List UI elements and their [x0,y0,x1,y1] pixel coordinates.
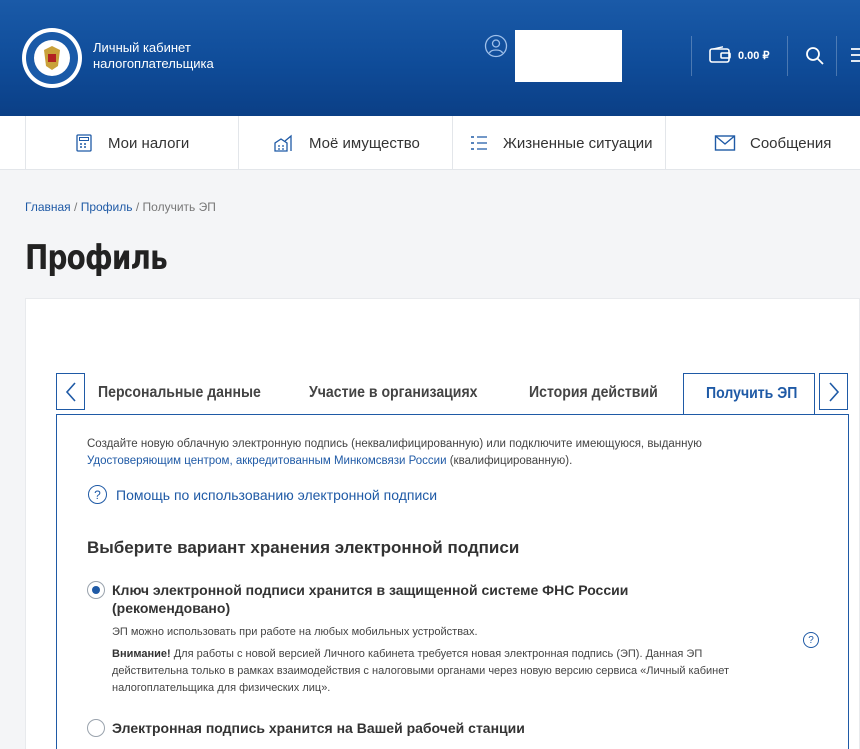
warning-label: Внимание! [112,648,171,660]
calculator-icon [76,134,92,152]
breadcrumb-profile-link[interactable]: Профиль [81,200,133,214]
user-name-redacted[interactable] [515,30,622,82]
header-divider [836,36,837,76]
wallet-icon[interactable] [709,46,731,64]
balance-amount[interactable]: 0.00 ₽ [738,49,769,62]
nav-label: Мои налоги [108,134,190,152]
nav-label: Жизненные ситуации [503,134,653,152]
chevron-left-icon [65,381,76,402]
storage-option-workstation-radio[interactable] [87,719,105,737]
tab-get-signature-label: Получить ЭП [706,385,798,402]
option-fns-title[interactable]: Ключ электронной подписи хранится в защи… [112,581,628,617]
list-icon [471,136,487,150]
breadcrumb: Главная / Профиль / Получить ЭП [25,200,216,214]
tab-organizations[interactable]: Участие в организациях [309,384,478,402]
storage-section-title: Выберите вариант хранения электронной по… [87,538,520,557]
help-row[interactable]: ? Помощь по использованию электронной по… [88,485,437,504]
tab-get-signature[interactable]: Получить ЭП [683,373,815,415]
site-header: Личный кабинет налогоплательщика 0.00 ₽ [0,0,860,116]
menu-icon[interactable] [849,45,860,65]
intro-text: Создайте новую облачную электронную подп… [87,436,787,470]
header-divider [691,36,692,76]
option-workstation-title[interactable]: Электронная подпись хранится на Вашей ра… [112,719,525,737]
tab-activity-history[interactable]: История действий [529,384,658,402]
nav-item-life-situations[interactable]: Жизненные ситуации [452,116,665,170]
question-icon: ? [88,485,107,504]
warning-text: Для работы с новой версией Личного кабин… [170,648,703,660]
main-nav: Мои налоги Моё имущество Жизненные ситуа… [0,116,860,170]
warning-text: налогоплательщика для физических лиц». [112,682,331,694]
info-icon[interactable]: ? [803,632,819,648]
storage-option-fns-radio[interactable] [87,581,105,599]
chevron-right-icon [828,381,839,402]
option-fns-description: ЭП можно использовать при работе на любы… [112,626,478,638]
user-icon[interactable] [484,34,508,58]
nav-item-property[interactable]: Моё имущество [238,116,452,170]
property-icon [274,134,292,152]
fns-emblem-logo[interactable] [20,26,84,90]
option-title-line: (рекомендовано) [112,600,231,616]
intro-suffix: (квалифицированную). [446,455,573,467]
nav-label: Моё имущество [309,134,420,152]
brand-line-2: налогоплательщика [93,56,214,71]
accredited-center-link[interactable]: Удостоверяющим центром, аккредитованным … [87,455,447,467]
tabs-next-button[interactable] [819,373,848,410]
signature-help-link[interactable]: Помощь по использованию электронной подп… [116,487,437,503]
brand-line-1: Личный кабинет [93,40,191,55]
nav-item-my-taxes[interactable]: Мои налоги [25,116,238,170]
warning-text: действительна только в рамках взаимодейс… [112,665,730,677]
nav-label: Сообщения [750,134,832,152]
option-title-line: Ключ электронной подписи хранится в защи… [112,582,629,598]
page-title: Профиль [25,238,168,278]
search-icon[interactable] [805,46,825,66]
breadcrumb-home-link[interactable]: Главная [25,200,71,214]
envelope-icon [714,135,736,151]
option-fns-warning: Внимание! Для работы с новой версией Лич… [112,646,802,697]
breadcrumb-separator: / [132,200,143,214]
tab-personal-data[interactable]: Персональные данные [98,384,261,402]
intro-line: Создайте новую облачную электронную подп… [87,438,702,450]
breadcrumb-current: Получить ЭП [142,200,216,214]
breadcrumb-separator: / [70,200,81,214]
header-divider [787,36,788,76]
tabs-prev-button[interactable] [56,373,85,410]
nav-item-messages[interactable]: Сообщения [665,116,860,170]
brand-title[interactable]: Личный кабинет налогоплательщика [93,40,214,72]
